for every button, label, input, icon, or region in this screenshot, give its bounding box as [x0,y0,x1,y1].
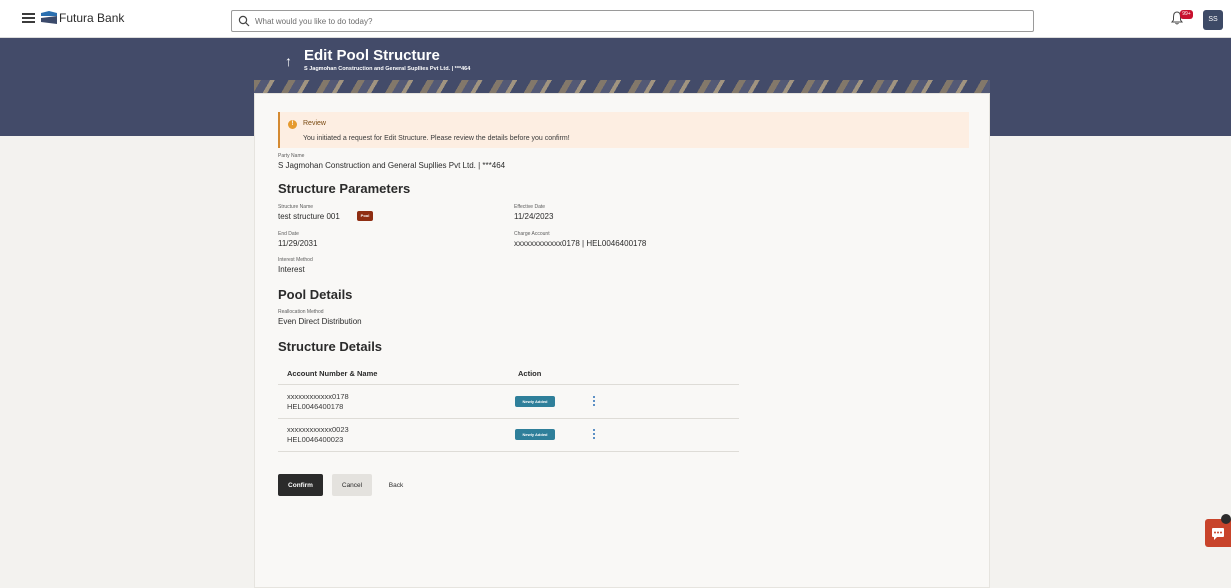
structure-parameters-heading: Structure Parameters [278,181,411,196]
interest-method-value: Interest [278,265,305,274]
page-title: Edit Pool Structure [304,47,440,64]
page-subtitle: S Jagmohan Construction and General Supl… [304,66,471,72]
effective-date-label: Effective Date [514,204,546,210]
divider [278,451,739,452]
party-name-value: S Jagmohan Construction and General Supl… [278,161,506,170]
structure-name-label: Structure Name [278,204,314,210]
more-options-icon[interactable] [593,429,596,441]
reallocation-method-value: Even Direct Distribution [278,317,362,326]
end-date-value: 11/29/2031 [278,239,318,248]
interest-method-label: Interest Method [278,257,313,263]
review-message: You initiated a request for Edit Structu… [303,135,570,142]
menu-icon[interactable] [22,13,35,23]
search-input[interactable] [255,14,1015,29]
structure-name-value: test structure 001 [278,212,340,221]
brand-name[interactable]: Futura Bank [59,11,124,25]
review-title: Review [303,120,326,127]
search-icon [238,15,250,27]
effective-date-value: 11/24/2023 [514,212,554,221]
charge-account-value: xxxxxxxxxxxx0178 | HEL0046400178 [514,239,647,248]
banner-decoration [254,80,990,94]
more-options-icon[interactable] [593,396,596,408]
party-name-label: Party Name [278,153,305,159]
search-bar[interactable] [231,10,1034,32]
confirm-button[interactable]: Confirm [278,474,323,496]
cancel-button[interactable]: Cancel [332,474,372,496]
notification-badge: 99+ [1180,10,1193,19]
review-alert: ! Review You initiated a request for Edi… [278,112,969,148]
divider [278,384,739,385]
reallocation-method-label: Reallocation Method [278,309,324,315]
back-button[interactable]: Back [379,474,413,496]
bank-logo-icon [41,11,57,24]
chat-notification-dot [1221,514,1231,524]
pool-badge: Pool [357,211,373,221]
review-card: ! Review You initiated a request for Edi… [254,93,990,588]
info-icon: ! [288,120,297,129]
status-badge: Newly Added [515,429,555,440]
divider [278,418,739,419]
charge-account-label: Charge Account [514,231,550,237]
status-badge: Newly Added [515,396,555,407]
top-bar: Futura Bank 99+ SS [0,0,1231,38]
avatar[interactable]: SS [1203,10,1223,30]
row-account-number: xxxxxxxxxxxx0178 [287,392,349,401]
pool-details-heading: Pool Details [278,287,353,302]
row-account-name: HEL0046400023 [287,435,344,444]
column-header-action: Action [518,369,542,378]
row-account-number: xxxxxxxxxxxx0023 [287,425,349,434]
structure-details-heading: Structure Details [278,339,383,354]
row-account-name: HEL0046400178 [287,402,344,411]
end-date-label: End Date [278,231,299,237]
back-arrow-icon[interactable]: ↑ [285,53,292,69]
column-header-account: Account Number & Name [287,369,378,378]
